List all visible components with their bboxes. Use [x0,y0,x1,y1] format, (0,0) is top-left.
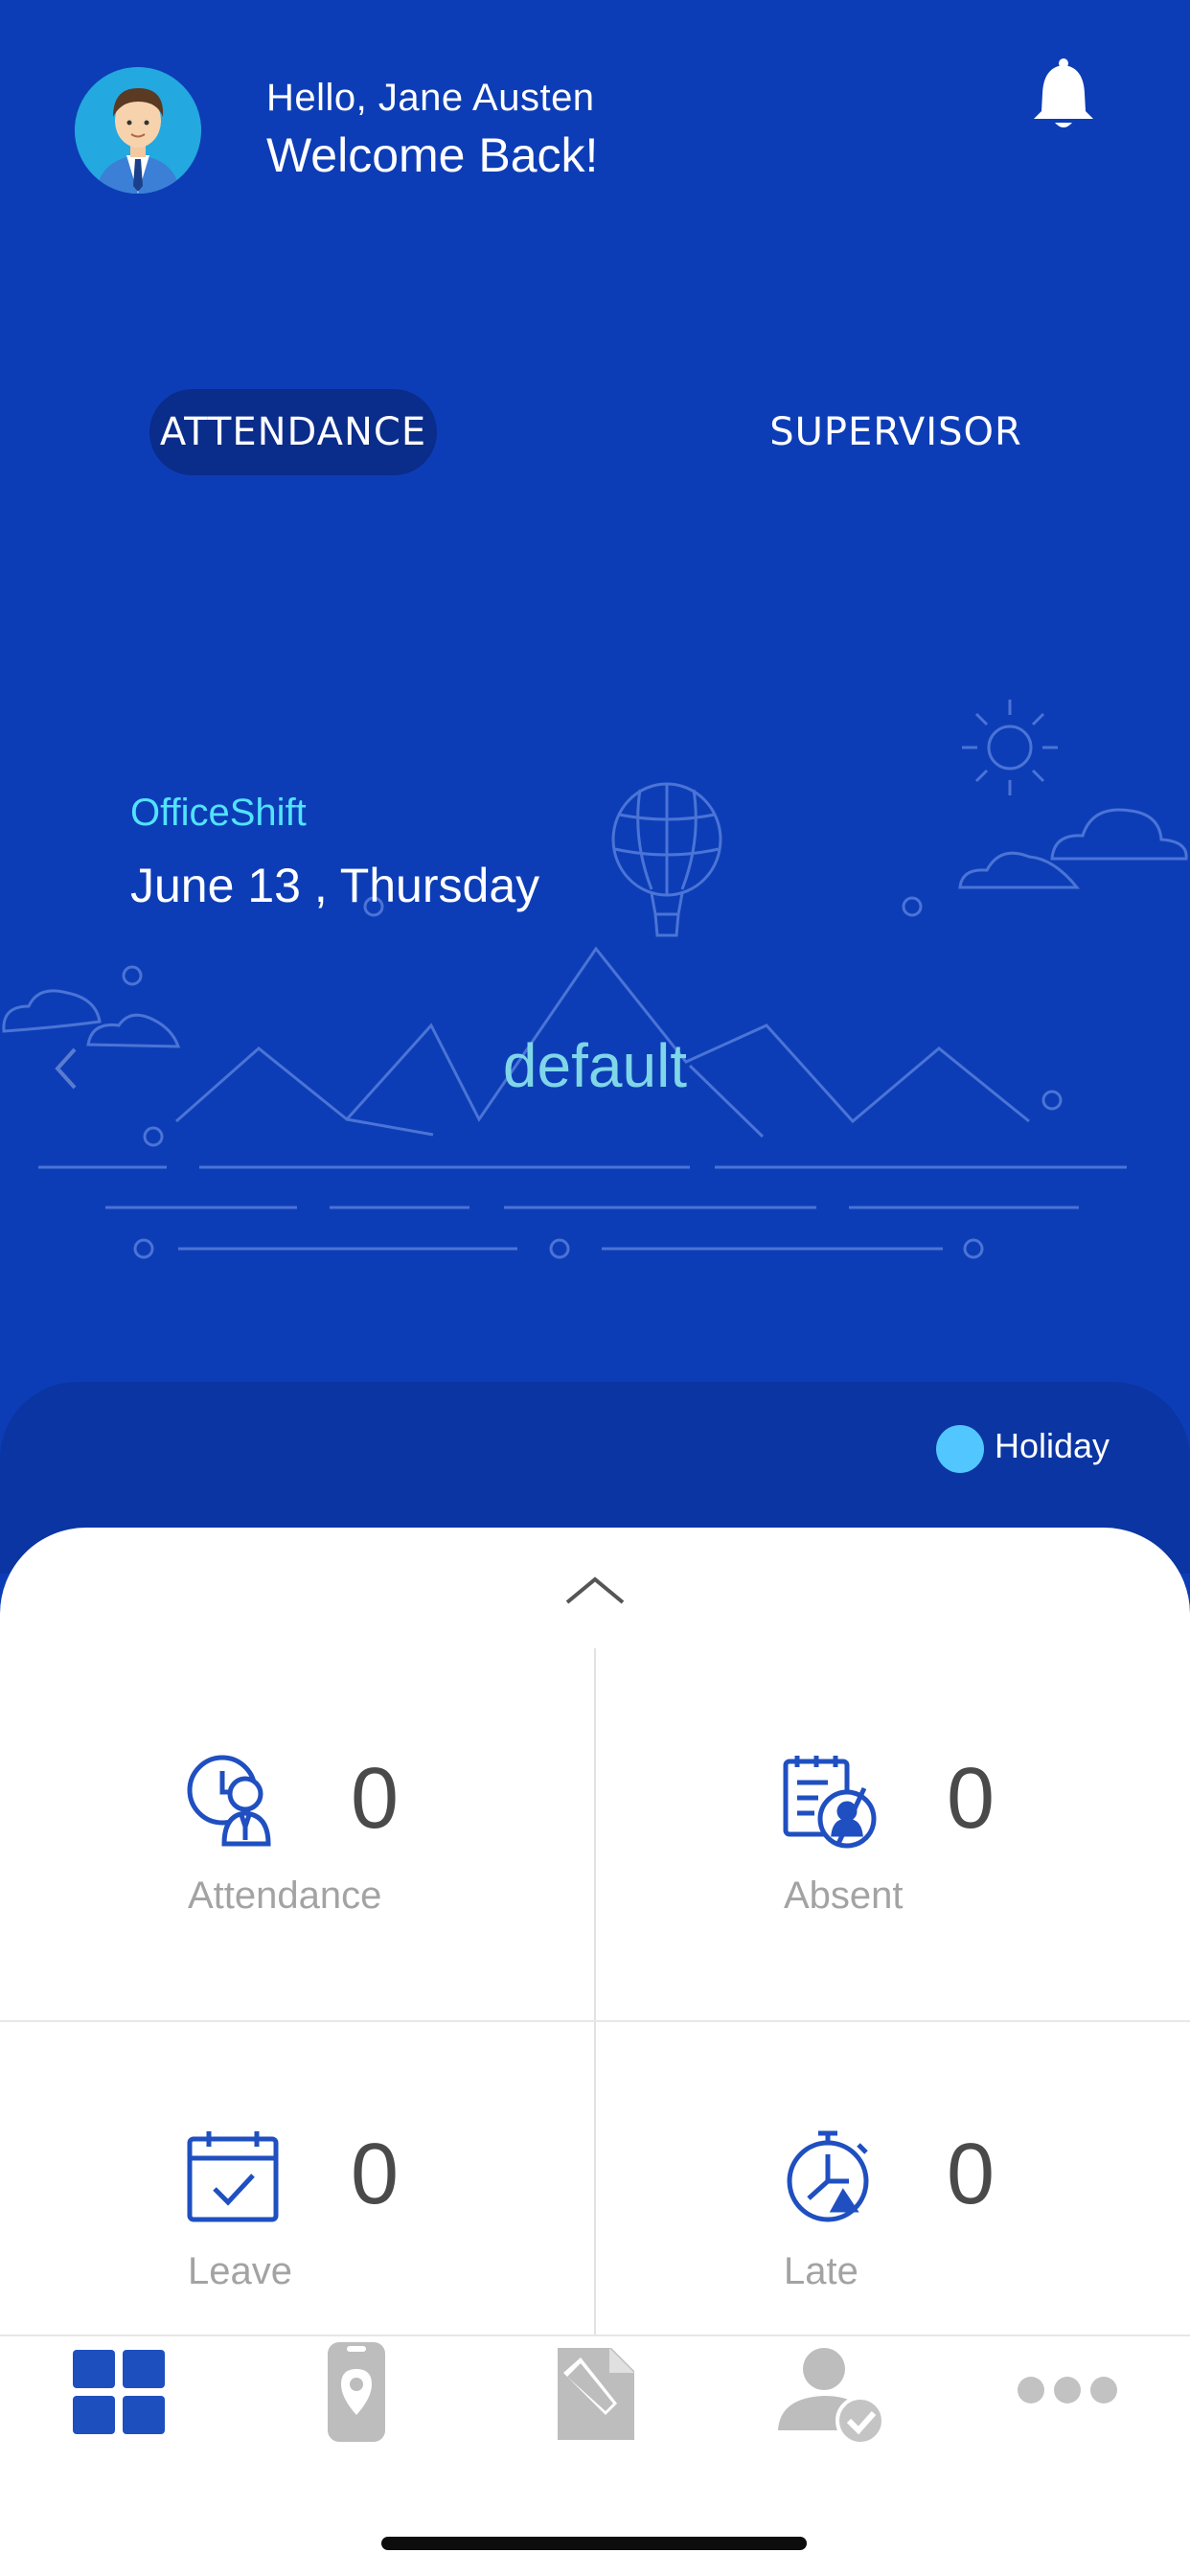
tab-supervisor[interactable]: SUPERVISOR [747,389,1044,475]
tab-request-document-edit-icon[interactable] [538,2334,653,2450]
attendance-clock-person-icon [184,1752,284,1852]
late-label: Late [784,2250,858,2292]
grid-divider-vertical [594,1648,596,2336]
leave-count: 0 [351,2127,400,2222]
tab-location-phone-location-icon[interactable] [299,2334,414,2450]
absent-count: 0 [947,1751,995,1847]
holiday-legend-label: Holiday [995,1426,1110,1465]
attendance-count: 0 [351,1751,400,1847]
tab-more-dots-icon[interactable] [1010,2334,1125,2450]
late-count: 0 [947,2127,995,2222]
shift-name: OfficeShift [130,792,307,834]
tab-approval-user-check-icon[interactable] [774,2334,889,2450]
tab-attendance[interactable]: ATTENDANCE [149,389,437,475]
home-indicator [381,2537,807,2550]
chevron-left-icon[interactable] [48,1040,86,1097]
leave-label: Leave [188,2250,292,2292]
late-stopwatch-icon [780,2126,880,2225]
absent-label: Absent [784,1874,904,1917]
shift-date: June 13 , Thursday [130,859,540,912]
holiday-legend-dot [936,1425,984,1473]
grid-divider-horizontal [0,2020,1190,2022]
chevron-up-icon[interactable] [560,1572,630,1610]
absent-calendar-person-icon [780,1752,880,1852]
leave-calendar-check-icon [184,2126,284,2225]
greeting-text: Hello, Jane Austen [266,77,595,119]
user-avatar[interactable] [75,67,201,194]
tab-dashboard-grid-icon[interactable] [61,2334,176,2450]
day-status-label: default [502,1031,688,1100]
notification-bell-icon[interactable] [1030,56,1097,132]
attendance-label: Attendance [188,1874,382,1917]
landscape-illustration [2,700,1188,1259]
welcome-text: Welcome Back! [266,128,599,182]
